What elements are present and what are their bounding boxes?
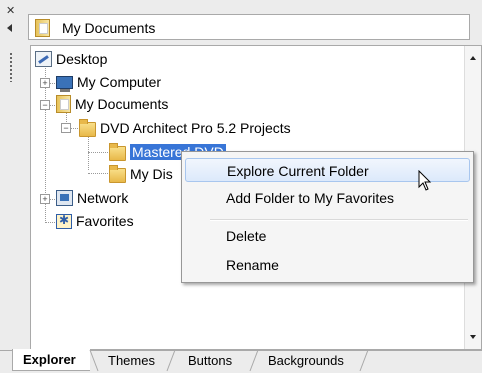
tree-line bbox=[88, 173, 108, 174]
menu-item-rename[interactable]: Rename bbox=[185, 253, 470, 277]
close-icon[interactable]: ✕ bbox=[6, 6, 15, 17]
scroll-down-icon[interactable] bbox=[470, 335, 476, 339]
tree-node-my-dis[interactable]: My Dis bbox=[109, 164, 173, 184]
scroll-up-icon[interactable] bbox=[470, 56, 476, 60]
mouse-cursor-icon bbox=[418, 170, 432, 191]
my-documents-icon bbox=[35, 19, 50, 37]
menu-item-delete[interactable]: Delete bbox=[185, 224, 470, 248]
desktop-icon bbox=[35, 51, 52, 67]
location-combo[interactable]: My Documents bbox=[28, 14, 470, 40]
tree-line bbox=[88, 152, 108, 153]
tree-node-desktop[interactable]: Desktop bbox=[35, 49, 107, 69]
tree-node-label: My Documents bbox=[75, 96, 169, 112]
tree-node-label: My Computer bbox=[77, 74, 162, 90]
tree-node-label: Favorites bbox=[76, 213, 134, 229]
tree-node-favorites[interactable]: Favorites bbox=[56, 211, 134, 231]
computer-icon bbox=[56, 75, 73, 92]
panel-grip: ✕ bbox=[0, 0, 22, 350]
tree-node-my-documents[interactable]: My Documents bbox=[56, 94, 168, 114]
folder-icon bbox=[79, 118, 96, 137]
menu-separator bbox=[210, 219, 468, 221]
folder-icon bbox=[109, 142, 126, 161]
tree-line bbox=[45, 222, 55, 223]
tree-node-label: Desktop bbox=[56, 51, 108, 67]
tree-node-dvd-projects[interactable]: DVD Architect Pro 5.2 Projects bbox=[79, 118, 291, 138]
tree-node-label: DVD Architect Pro 5.2 Projects bbox=[100, 120, 291, 136]
tree-node-label: Network bbox=[77, 190, 129, 206]
tree-node-my-computer[interactable]: My Computer bbox=[56, 72, 161, 92]
location-label: My Documents bbox=[62, 20, 156, 36]
favorites-icon bbox=[56, 213, 72, 229]
tab-dividers bbox=[89, 350, 369, 372]
tab-strip: Explorer Themes Buttons Backgrounds bbox=[0, 349, 482, 373]
expand-network[interactable]: + bbox=[40, 194, 50, 204]
collapse-arrow-icon[interactable] bbox=[7, 24, 12, 32]
documents-folder-icon bbox=[56, 95, 71, 113]
collapse-my-documents[interactable]: − bbox=[40, 100, 50, 110]
tree-node-network[interactable]: Network bbox=[56, 188, 128, 208]
collapse-dvd-projects[interactable]: − bbox=[61, 123, 71, 133]
expand-my-computer[interactable]: + bbox=[40, 78, 50, 88]
folder-icon bbox=[109, 164, 126, 183]
network-icon bbox=[56, 190, 73, 206]
tree-node-label: My Dis bbox=[130, 166, 173, 182]
drag-handle-icon[interactable] bbox=[9, 52, 13, 82]
